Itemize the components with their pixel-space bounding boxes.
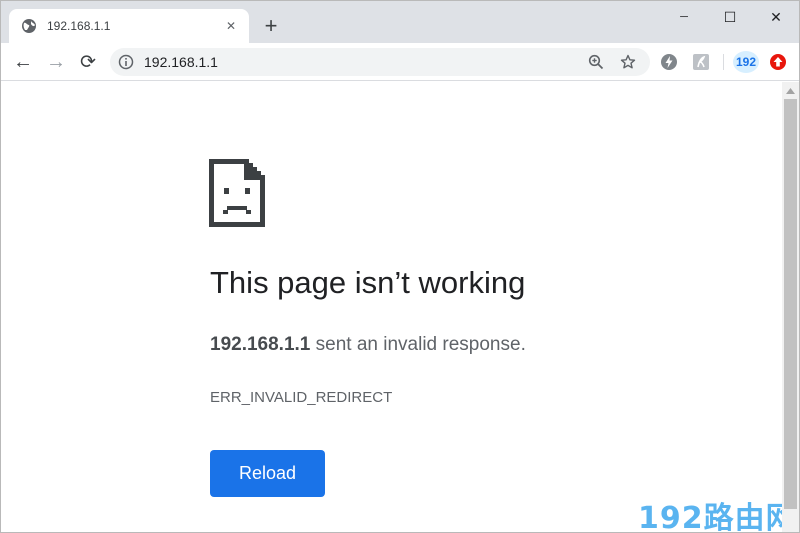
error-title: This page isn’t working	[210, 265, 526, 300]
sad-page-icon	[209, 159, 265, 227]
close-icon: ✕	[770, 8, 782, 25]
reload-icon: ⟳	[80, 51, 96, 73]
url-text[interactable]: 192.168.1.1	[144, 54, 218, 70]
zoom-icon[interactable]	[588, 54, 604, 70]
tab-active[interactable]: 192.168.1.1 ✕	[9, 9, 249, 43]
tab-strip: 192.168.1.1 ✕ + ─ ☐ ✕	[1, 1, 799, 43]
scroll-up-button[interactable]	[782, 82, 799, 99]
close-window-button[interactable]: ✕	[753, 1, 799, 33]
reload-toolbar-button[interactable]: ⟳	[74, 48, 102, 76]
toolbar: ← → ⟳ 192.168.1.1 192	[1, 43, 799, 81]
script-extension-icon[interactable]	[692, 53, 710, 71]
browser-window: 192.168.1.1 ✕ + ─ ☐ ✕ ← → ⟳ 192.168.1.1 …	[0, 0, 800, 533]
update-extension-icon[interactable]	[769, 53, 787, 71]
minimize-button[interactable]: ─	[661, 1, 707, 33]
scroll-up-arrow-icon	[786, 87, 795, 94]
forward-button[interactable]: →	[42, 48, 70, 76]
star-icon[interactable]	[620, 54, 636, 70]
minimize-icon: ─	[680, 11, 688, 23]
maximize-icon: ☐	[723, 8, 737, 25]
info-icon[interactable]	[118, 54, 134, 70]
page-content: This page isn’t working 192.168.1.1 sent…	[1, 82, 796, 532]
192-extension-button[interactable]: 192	[733, 51, 759, 73]
error-message: sent an invalid response.	[310, 334, 526, 355]
arrow-left-icon: ←	[13, 50, 33, 73]
arrow-right-icon: →	[46, 50, 66, 73]
error-host: 192.168.1.1	[210, 334, 311, 355]
scroll-thumb[interactable]	[784, 99, 797, 509]
plus-icon: +	[264, 13, 278, 38]
tab-close-icon[interactable]: ✕	[223, 18, 239, 34]
site-watermark: 192路由网	[638, 501, 797, 533]
error-code: ERR_INVALID_REDIRECT	[210, 389, 393, 406]
vertical-scrollbar[interactable]	[782, 82, 799, 532]
error-description: 192.168.1.1 sent an invalid response.	[210, 334, 526, 356]
globe-icon	[22, 19, 36, 33]
maximize-button[interactable]: ☐	[707, 1, 753, 33]
toolbar-divider	[723, 54, 724, 70]
address-bar[interactable]: 192.168.1.1	[110, 48, 650, 76]
reload-button[interactable]: Reload	[210, 450, 325, 497]
tab-title: 192.168.1.1	[47, 19, 111, 33]
new-tab-button[interactable]: +	[259, 14, 283, 38]
back-button[interactable]: ←	[9, 48, 37, 76]
lightning-extension-icon[interactable]	[660, 53, 678, 71]
